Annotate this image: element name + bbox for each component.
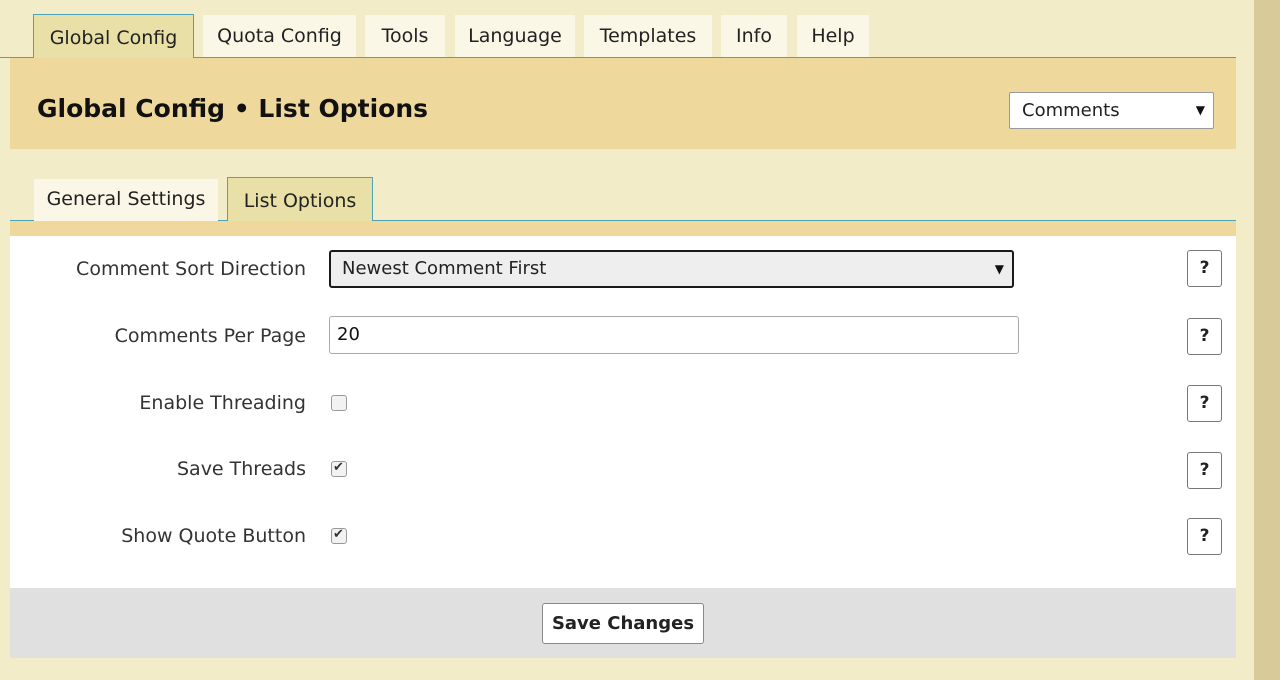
help-button-threading[interactable]: ? <box>1187 385 1222 422</box>
checkmark-icon: ✔ <box>333 527 344 542</box>
tab-quota-config[interactable]: Quota Config <box>203 15 356 57</box>
tab-global-config[interactable]: Global Config <box>33 14 194 59</box>
help-button-per-page[interactable]: ? <box>1187 318 1222 355</box>
tab-templates[interactable]: Templates <box>584 15 712 57</box>
tab-language[interactable]: Language <box>455 15 575 57</box>
comments-per-page-input[interactable]: 20 <box>329 316 1019 354</box>
help-button-save-threads[interactable]: ? <box>1187 452 1222 489</box>
chevron-down-icon: ▼ <box>994 262 1004 276</box>
tab-info[interactable]: Info <box>721 15 787 57</box>
save-threads-label: Save Threads <box>176 458 306 480</box>
tab-help[interactable]: Help <box>797 15 869 57</box>
page-title: Global Config • List Options <box>37 94 428 123</box>
show-quote-button-label: Show Quote Button <box>121 525 306 547</box>
tab-list-options[interactable]: List Options <box>227 177 373 222</box>
comment-sort-direction-select[interactable]: Newest Comment First ▼ <box>329 250 1014 288</box>
scrollbar-track[interactable] <box>1254 0 1280 680</box>
tab-tools[interactable]: Tools <box>365 15 445 57</box>
top-tab-bar: Global Config Quota Config Tools Languag… <box>0 0 1236 59</box>
save-threads-checkbox[interactable]: ✔ <box>331 460 347 477</box>
help-button-sort-direction[interactable]: ? <box>1187 250 1222 287</box>
settings-form: Comment Sort Direction Newest Comment Fi… <box>10 236 1236 588</box>
section-select-value: Comments <box>1022 100 1120 121</box>
sub-tab-strip <box>10 221 1236 236</box>
show-quote-button-checkbox[interactable]: ✔ <box>331 527 347 544</box>
tab-general-settings[interactable]: General Settings <box>34 179 218 221</box>
section-select[interactable]: Comments ▼ <box>1009 92 1214 129</box>
header-band: Global Config • List Options Comments ▼ <box>10 58 1236 149</box>
chevron-down-icon: ▼ <box>1195 103 1205 117</box>
checkmark-icon: ✔ <box>333 460 344 475</box>
save-changes-button[interactable]: Save Changes <box>542 603 704 644</box>
enable-threading-label: Enable Threading <box>139 392 306 414</box>
comments-per-page-label: Comments Per Page <box>114 325 306 347</box>
right-gutter <box>1236 0 1254 680</box>
enable-threading-checkbox[interactable] <box>331 395 347 411</box>
help-button-quote[interactable]: ? <box>1187 518 1222 555</box>
sub-tab-bar: General Settings List Options <box>10 149 1236 222</box>
comment-sort-direction-value: Newest Comment First <box>342 258 547 279</box>
comment-sort-direction-label: Comment Sort Direction <box>76 258 306 280</box>
form-footer: Save Changes <box>10 588 1236 658</box>
page: Global Config Quota Config Tools Languag… <box>0 0 1280 680</box>
